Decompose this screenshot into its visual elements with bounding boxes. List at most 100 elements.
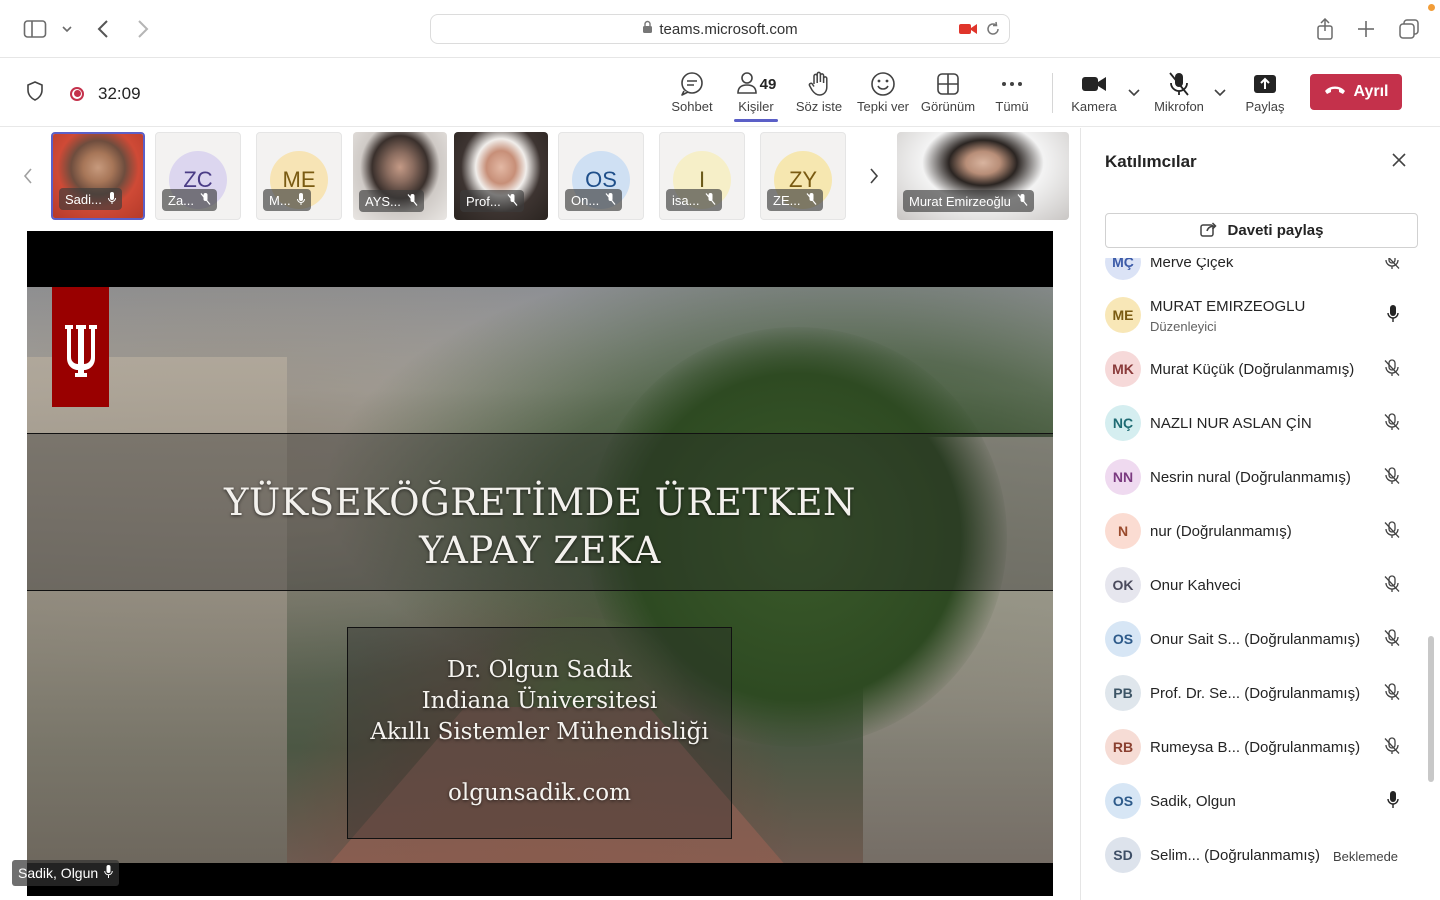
reload-icon[interactable] [985,21,1001,41]
hand-icon [807,69,831,99]
forward-arrow-icon[interactable] [130,16,156,42]
participant-name: nur (Doğrulanmamış) [1150,523,1292,540]
share-icon[interactable] [1312,16,1338,42]
more-button[interactable]: Tümü [994,69,1030,114]
participant-row[interactable]: Nnur (Doğrulanmamış) [1103,501,1413,555]
camera-button[interactable]: Kamera [1070,69,1118,114]
slide-title-line-2: YAPAY ZEKA [419,529,661,572]
featured-participant-tile[interactable]: Murat Emirzeoğlu [897,132,1069,220]
mic-muted-icon [1383,413,1401,436]
participant-row[interactable]: SD Selim... (Doğrulanmamış) Beklemede [1103,825,1413,879]
mic-on-icon [1387,305,1399,328]
strip-prev-button[interactable] [10,132,46,220]
participant-name: Rumeysa B... (Doğrulanmamış) [1150,739,1361,756]
participant-row[interactable]: RB Rumeysa B... (Doğrulanmamış) [1103,717,1413,771]
participant-row[interactable]: NÇ NAZLI NUR ASLAN ÇİN [1103,393,1413,447]
participant-tile[interactable]: Sadi... [51,132,145,220]
participant-status: Beklemede [1333,849,1399,864]
sidebar-toggle-icon[interactable] [22,16,48,42]
panel-scrollbar[interactable] [1428,636,1434,782]
mic-muted-icon [1383,521,1401,544]
participant-name: Nesrin nural (Doğrulanmamış) [1150,469,1351,486]
more-label: Tümü [995,99,1029,114]
participant-name: Za... [168,192,195,208]
react-button[interactable]: Tepki ver [856,69,910,114]
slide-title-line-1: YÜKSEKÖĞRETİMDE ÜRETKEN [224,481,856,524]
share-invite-button[interactable]: Daveti paylaş [1105,213,1418,248]
react-label: Tepki ver [856,99,910,114]
indiana-university-logo [52,287,109,407]
participant-tile[interactable]: I isa... [659,132,745,220]
participant-avatar: OS [1105,621,1141,657]
mic-muted-icon [407,193,418,209]
mic-muted-icon [1383,359,1401,382]
back-arrow-icon[interactable] [90,16,116,42]
meeting-info: 32:09 [26,81,141,106]
chat-button[interactable]: Sohbet [670,69,714,114]
participant-name: AYS... [365,193,401,209]
participant-avatar: NÇ [1105,405,1141,441]
participant-name: Murat Küçük (Doğrulanmamış) [1150,361,1355,378]
raise-hand-button[interactable]: Söz iste [794,69,844,114]
share-content-button[interactable]: Paylaş [1244,69,1286,114]
participant-name: On... [571,192,600,208]
camera-options-chevron-icon[interactable] [1128,84,1140,100]
participant-avatar: PB [1105,675,1141,711]
mic-muted-icon [1383,467,1401,490]
participant-name-chip: M... [263,189,311,211]
participant-tile[interactable]: Prof... [454,132,548,220]
mic-muted-icon [705,192,716,208]
recording-icon [70,86,84,101]
notification-dot-icon [1428,4,1435,11]
mic-options-chevron-icon[interactable] [1214,84,1226,100]
mic-muted-icon [1017,193,1028,209]
participant-name: ZE... [773,192,801,208]
meeting-timer: 32:09 [98,83,141,103]
participant-name: Selim... (Doğrulanmamış) [1150,847,1321,864]
participant-name-chip: ZE... [767,189,824,211]
participant-name-chip: isa... [666,189,723,211]
mic-on-icon [1387,791,1399,814]
participant-avatar: SD [1105,837,1141,873]
participant-name: MURAT EMIRZEOGLU [1150,298,1306,315]
participant-name: Sadi... [65,191,102,207]
participant-row[interactable]: MK Murat Küçük (Doğrulanmamış) [1103,339,1413,393]
shield-icon[interactable] [26,81,44,106]
participant-strip: Sadi... ZC Za... ME M... AYS... Prof... [8,128,1072,224]
microphone-label: Mikrofon [1154,99,1204,114]
people-button[interactable]: 49 Kişiler [732,69,780,122]
grid-view-icon [936,69,960,99]
participant-row[interactable]: ME MURAT EMIRZEOGLU Düzenleyici [1103,285,1413,339]
strip-next-button[interactable] [856,132,892,220]
camera-in-use-icon[interactable] [959,22,977,40]
participant-tile[interactable]: ME M... [256,132,342,220]
mic-muted-icon [1383,683,1401,706]
participant-row[interactable]: NN Nesrin nural (Doğrulanmamış) [1103,447,1413,501]
participant-avatar: RB [1105,729,1141,765]
mic-muted-icon [806,192,817,208]
address-bar[interactable]: teams.microsoft.com [430,14,1010,44]
participant-tile[interactable]: AYS... [353,132,447,220]
chat-label: Sohbet [671,99,713,114]
mic-muted-icon [1168,69,1190,99]
share-label: Paylaş [1245,99,1285,114]
participant-row[interactable]: OK Onur Kahveci [1103,555,1413,609]
people-count: 49 [759,75,777,93]
participant-row[interactable]: OS Sadik, Olgun [1103,771,1413,825]
leave-button[interactable]: Ayrıl [1310,74,1402,110]
chevron-down-icon[interactable] [54,16,80,42]
new-tab-icon[interactable] [1353,16,1379,42]
participant-tile[interactable]: ZC Za... [155,132,241,220]
participants-panel: Katılımcılar Daveti paylaş MÇ Merve Çiçek… [1080,128,1440,900]
participant-tile[interactable]: OS On... [558,132,644,220]
participant-name-chip: Prof... [460,190,524,212]
participant-row[interactable]: OS Onur Sait S... (Doğrulanmamış) [1103,609,1413,663]
browser-toolbar: teams.microsoft.com [0,0,1440,58]
shared-slide [27,287,1053,863]
tab-overview-icon[interactable] [1396,16,1422,42]
participant-tile[interactable]: ZY ZE... [760,132,846,220]
mic-muted-icon [1383,629,1401,652]
microphone-button[interactable]: Mikrofon [1150,69,1208,114]
participant-row[interactable]: PB Prof. Dr. Se... (Doğrulanmamış) [1103,663,1413,717]
view-button[interactable]: Görünüm [920,69,976,114]
